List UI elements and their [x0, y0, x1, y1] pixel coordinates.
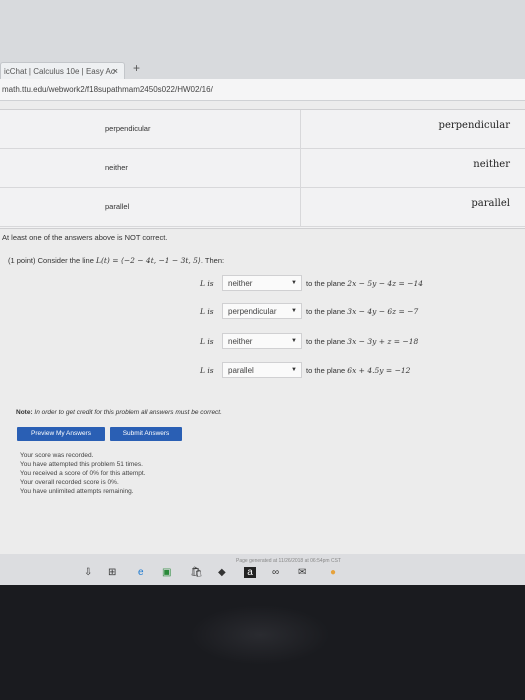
- dropdown-caret-icon: ▼: [291, 308, 297, 314]
- result-line: You received a score of 0% for this atte…: [20, 470, 146, 477]
- answer-dropdown[interactable]: neither ▼: [222, 275, 302, 291]
- row-label: L is: [200, 366, 214, 375]
- browser-tab[interactable]: icChat | Calculus 10e | Easy Ac ×: [0, 62, 125, 79]
- match-right-item: perpendicular: [300, 110, 525, 149]
- tab-title: icChat | Calculus 10e | Easy Ac: [4, 67, 115, 76]
- matching-table: perpendicular neither parallel perpendic…: [0, 109, 525, 229]
- plane-text: to the plane 3x − 4y − 6z = −7: [306, 307, 419, 316]
- download-icon[interactable]: ⇩: [84, 567, 92, 578]
- match-right-item: parallel: [300, 188, 525, 227]
- mail-icon[interactable]: ✉: [298, 567, 306, 578]
- plane-text: to the plane 6x + 4.5y = −12: [306, 366, 411, 375]
- problem-then: Then:: [204, 256, 225, 265]
- answer-dropdown[interactable]: neither ▼: [222, 333, 302, 349]
- flickr-icon[interactable]: ∞: [272, 567, 279, 578]
- url-text: math.ttu.edu/webwork2/f18supathmam2450s0…: [2, 85, 213, 94]
- submit-answers-button[interactable]: Submit Answers: [110, 427, 182, 441]
- answer-row: L is neither ▼ to the plane 3x − 3y + z =…: [0, 331, 525, 351]
- edge-icon[interactable]: e: [138, 567, 144, 578]
- score-summary: Your score was recorded. You have attemp…: [20, 451, 146, 496]
- answer-row: L is perpendicular ▼ to the plane 3x − 4y…: [0, 301, 525, 321]
- problem-intro: Consider the line: [37, 256, 94, 265]
- feedback-message: At least one of the answers above is NOT…: [2, 233, 168, 242]
- match-left-item: parallel: [0, 188, 300, 227]
- address-bar[interactable]: math.ttu.edu/webwork2/f18supathmam2450s0…: [0, 79, 525, 101]
- match-right-item: neither: [300, 149, 525, 188]
- result-line: Your overall recorded score is 0%.: [20, 479, 119, 486]
- bezel-logo-reflection: [190, 605, 330, 665]
- store-icon[interactable]: 🛍: [190, 567, 203, 578]
- page-generated-footer: Page generated at 11/26/2018 at 06:54pm …: [236, 558, 341, 564]
- plane-text: to the plane 3x − 3y + z = −18: [306, 337, 419, 346]
- note-label: Note:: [16, 409, 33, 416]
- row-label: L is: [200, 307, 214, 316]
- note-text: In order to get credit for this problem …: [34, 409, 222, 416]
- taskbar: Page generated at 11/26/2018 at 06:54pm …: [0, 554, 525, 585]
- tab-close-button[interactable]: ×: [113, 63, 118, 80]
- match-left-item: neither: [0, 149, 300, 188]
- problem-statement: (1 point) Consider the line L(t) = ⟨−2 −…: [8, 256, 225, 265]
- photos-icon[interactable]: ▣: [162, 567, 171, 578]
- monitor-screen: icChat | Calculus 10e | Easy Ac × + math…: [0, 0, 525, 585]
- credit-note: Note: In order to get credit for this pr…: [16, 409, 222, 416]
- dropdown-caret-icon: ▼: [291, 367, 297, 373]
- answer-row: L is parallel ▼ to the plane 6x + 4.5y = …: [0, 360, 525, 380]
- answer-dropdown[interactable]: parallel ▼: [222, 362, 302, 378]
- row-label: L is: [200, 279, 214, 288]
- answer-dropdown[interactable]: perpendicular ▼: [222, 303, 302, 319]
- windows-grid-icon[interactable]: ⊞: [108, 567, 116, 578]
- monitor-bezel: [0, 585, 525, 700]
- result-line: You have unlimited attempts remaining.: [20, 488, 134, 495]
- dropdown-caret-icon: ▼: [291, 280, 297, 286]
- new-tab-button[interactable]: +: [133, 61, 140, 75]
- row-label: L is: [200, 337, 214, 346]
- match-left-item: perpendicular: [0, 110, 300, 149]
- answer-row: L is neither ▼ to the plane 2x − 5y − 4z …: [0, 273, 525, 293]
- plane-text: to the plane 2x − 5y − 4z = −14: [306, 279, 424, 288]
- taskbar-icons: ⇩ ⊞ e ▣ 🛍 ◆ a ∞ ✉ ●: [0, 567, 525, 583]
- webwork-page: perpendicular neither parallel perpendic…: [0, 101, 525, 585]
- dropbox-icon[interactable]: ◆: [218, 567, 226, 578]
- preview-answers-button[interactable]: Preview My Answers: [17, 427, 105, 441]
- browser-tab-bar: icChat | Calculus 10e | Easy Ac × +: [0, 0, 525, 79]
- amazon-icon[interactable]: a: [244, 567, 256, 578]
- result-line: Your score was recorded.: [20, 452, 94, 459]
- problem-points: (1 point): [8, 256, 36, 265]
- dropdown-caret-icon: ▼: [291, 338, 297, 344]
- line-equation: L(t) = ⟨−2 − 4t, −1 − 3t, 5⟩: [96, 256, 201, 265]
- chrome-icon[interactable]: ●: [330, 567, 336, 578]
- result-line: You have attempted this problem 51 times…: [20, 461, 143, 468]
